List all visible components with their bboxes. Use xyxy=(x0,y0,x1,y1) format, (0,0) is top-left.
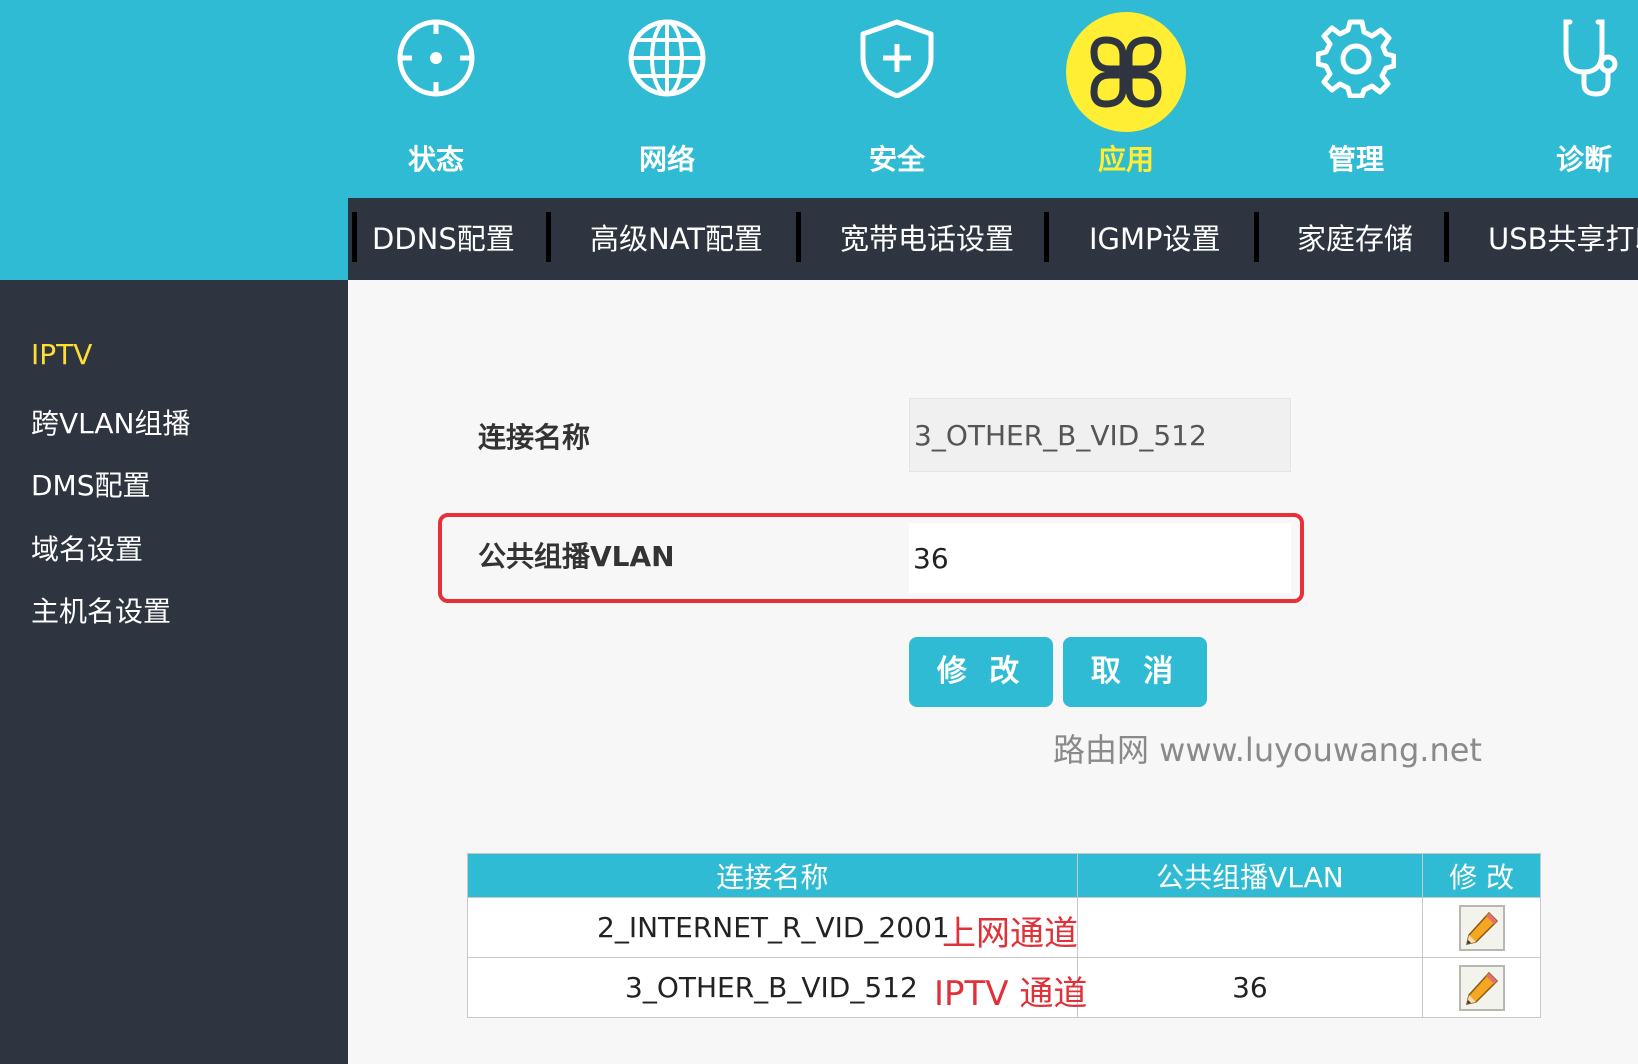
connection-name-text: 2_INTERNET_R_VID_2001 xyxy=(597,911,950,944)
nav-item-apps[interactable]: 应用 xyxy=(1056,10,1196,190)
sidebar-item-iptv[interactable]: IPTV xyxy=(31,338,92,371)
gear-icon xyxy=(1315,18,1397,99)
modify-button[interactable]: 修 改 xyxy=(909,637,1053,707)
nav-label: 网络 xyxy=(638,143,695,176)
table-cell-connection-name: 2_INTERNET_R_VID_2001 上网通道 xyxy=(467,897,1078,958)
nav-label: 管理 xyxy=(1327,143,1384,176)
nav-item-security[interactable]: 安全 xyxy=(827,10,967,190)
multicast-vlan-input[interactable] xyxy=(909,523,1291,593)
stethoscope-icon xyxy=(1544,18,1624,98)
table-cell-vlan xyxy=(1076,897,1424,958)
nav-label: 诊断 xyxy=(1555,143,1612,176)
table-cell-edit xyxy=(1422,957,1541,1018)
table-header-row: 连接名称 公共组播VLAN 修 改 xyxy=(467,853,1541,898)
apps-icon xyxy=(1066,12,1186,132)
table-cell-edit xyxy=(1422,897,1541,958)
connection-name-text: 3_OTHER_B_VID_512 xyxy=(625,971,918,1004)
column-header-multicast-vlan: 公共组播VLAN xyxy=(1076,853,1424,898)
connection-name-label: 连接名称 xyxy=(478,421,591,454)
subnav-divider xyxy=(1044,212,1049,262)
cancel-button[interactable]: 取 消 xyxy=(1063,637,1207,707)
sidebar-item-cross-vlan-multicast[interactable]: 跨VLAN组播 xyxy=(31,402,191,442)
table-row: 2_INTERNET_R_VID_2001 上网通道 xyxy=(467,897,1541,958)
connection-table: 连接名称 公共组播VLAN 修 改 2_INTERNET_R_VID_2001 … xyxy=(467,853,1541,1018)
table-cell-vlan: 36 xyxy=(1076,957,1424,1018)
nav-item-network[interactable]: 网络 xyxy=(597,10,737,190)
sidebar-item-dms[interactable]: DMS配置 xyxy=(31,464,151,504)
annotation-text: IPTV 通道 xyxy=(934,974,1088,1014)
column-header-modify: 修 改 xyxy=(1422,853,1541,898)
nav-item-management[interactable]: 管理 xyxy=(1286,10,1426,190)
subnav-divider xyxy=(796,212,801,262)
sidebar: IPTV 跨VLAN组播 DMS配置 域名设置 主机名设置 xyxy=(0,280,348,1064)
sidebar-item-domain[interactable]: 域名设置 xyxy=(31,528,143,568)
nav-label: 状态 xyxy=(407,143,464,176)
nav-item-diagnose[interactable]: 诊断 xyxy=(1514,10,1638,190)
main-nav: 状态 网络 安全 应用 管理 诊断 xyxy=(0,0,1638,198)
nav-item-status[interactable]: 状态 xyxy=(366,10,506,190)
column-header-connection-name: 连接名称 xyxy=(467,853,1078,898)
crosshair-icon xyxy=(396,18,476,98)
subnav-item-igmp[interactable]: IGMP设置 xyxy=(1089,212,1221,266)
subnav-item-advanced-nat[interactable]: 高级NAT配置 xyxy=(590,212,763,266)
multicast-vlan-label: 公共组播VLAN xyxy=(478,540,675,573)
sub-nav: DDNS配置 高级NAT配置 宽带电话设置 IGMP设置 家庭存储 USB共享打… xyxy=(348,198,1638,280)
subnav-item-ddns[interactable]: DDNS配置 xyxy=(372,212,515,266)
subnav-divider xyxy=(1444,212,1449,262)
subnav-item-home-storage[interactable]: 家庭存储 xyxy=(1297,212,1413,266)
watermark: 路由网 www.luyouwang.net xyxy=(1053,731,1482,769)
table-cell-connection-name: 3_OTHER_B_VID_512 IPTV 通道 xyxy=(467,957,1087,1018)
globe-icon xyxy=(627,18,707,98)
table-row: 3_OTHER_B_VID_512 IPTV 通道 36 xyxy=(467,957,1541,1018)
subnav-divider xyxy=(546,212,551,262)
sidebar-item-hostname[interactable]: 主机名设置 xyxy=(31,590,171,630)
edit-pencil-icon[interactable] xyxy=(1458,904,1505,951)
subnav-divider xyxy=(352,212,357,262)
nav-label: 安全 xyxy=(868,143,925,176)
subnav-divider xyxy=(1254,212,1259,262)
top-header: 状态 网络 安全 应用 管理 诊断 DDNS配置 高级NAT配置 宽带电话设置 … xyxy=(0,0,1638,280)
connection-name-value: 3_OTHER_B_VID_512 xyxy=(909,398,1291,472)
annotation-text: 上网通道 xyxy=(942,914,1078,954)
nav-label: 应用 xyxy=(1097,143,1154,176)
main-content: 连接名称 3_OTHER_B_VID_512 公共组播VLAN 修 改 取 消 … xyxy=(348,280,1638,1064)
subnav-item-usb-printer[interactable]: USB共享打印 xyxy=(1488,212,1638,266)
edit-pencil-icon[interactable] xyxy=(1458,964,1505,1011)
subnav-item-voip[interactable]: 宽带电话设置 xyxy=(840,212,1014,266)
shield-plus-icon xyxy=(857,18,937,99)
